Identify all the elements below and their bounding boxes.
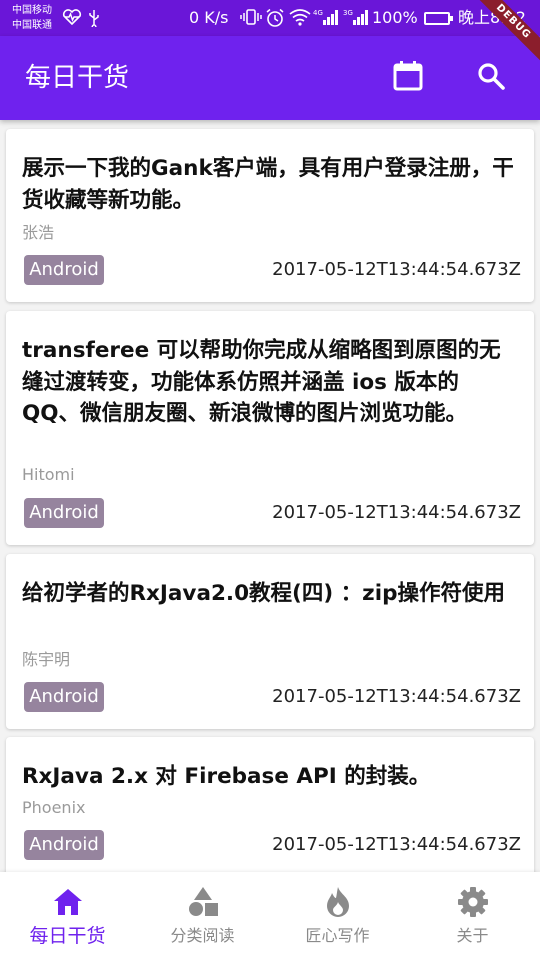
svg-text:3G: 3G <box>343 9 353 17</box>
article-author: Phoenix <box>22 798 86 817</box>
article-author: 张浩 <box>22 223 55 242</box>
article-card[interactable]: 给初学者的RxJava2.0教程(四) ：zip操作符使用 陈宇明 Androi… <box>6 554 534 729</box>
signal-3g-icon: 3G <box>343 8 371 32</box>
battery-percent: 100% <box>372 8 418 27</box>
article-card[interactable]: 展示一下我的Gank客户端，具有用户登录注册，干货收藏等新功能。 张浩 Andr… <box>6 129 534 302</box>
carrier-info: 中国移动 中国联通 <box>12 3 52 33</box>
article-title: 给初学者的RxJava2.0教程(四) ：zip操作符使用 <box>22 581 505 606</box>
usb-icon <box>88 9 100 32</box>
calendar-icon <box>392 60 424 96</box>
article-date: 2017-05-12T13:44:54.673Z <box>272 834 521 855</box>
nav-item-category[interactable]: 分类阅读 <box>135 872 270 960</box>
carrier-name-1: 中国移动 <box>12 5 52 16</box>
tag-chip[interactable]: Android <box>24 682 104 712</box>
signal-4g-icon: 4G <box>313 8 341 32</box>
search-button[interactable] <box>471 58 511 98</box>
article-title: 展示一下我的Gank客户端，具有用户登录注册，干货收藏等新功能。 <box>22 156 514 213</box>
tag-chip[interactable]: Android <box>24 830 104 860</box>
home-icon <box>52 886 84 918</box>
battery-icon <box>424 12 453 25</box>
alarm-icon <box>265 8 285 34</box>
article-author: Hitomi <box>22 465 75 484</box>
nav-item-writing[interactable]: 匠心写作 <box>270 872 405 960</box>
article-title: transferee 可以帮助你完成从缩略图到原图的无缝过渡转变，功能体系仿照并… <box>22 338 501 426</box>
article-list: 展示一下我的Gank客户端，具有用户登录注册，干货收藏等新功能。 张浩 Andr… <box>0 120 540 872</box>
network-speed: 0 K/s <box>189 8 229 27</box>
nav-label-category: 分类阅读 <box>170 926 235 945</box>
article-author: 陈宇明 <box>22 650 71 669</box>
carrier-name-2: 中国联通 <box>12 20 52 31</box>
article-card[interactable]: transferee 可以帮助你完成从缩略图到原图的无缝过渡转变，功能体系仿照并… <box>6 311 534 545</box>
nav-label-daily: 每日干货 <box>29 925 106 947</box>
wifi-icon <box>288 8 312 32</box>
article-date: 2017-05-12T13:44:54.673Z <box>272 502 521 523</box>
svg-text:4G: 4G <box>313 9 323 17</box>
tag-chip[interactable]: Android <box>24 255 104 285</box>
nav-item-daily[interactable]: 每日干货 <box>0 872 135 960</box>
status-bar: 中国移动 中国联通 0 K/s 4G 3G 100% 晚上8:52 <box>0 0 540 36</box>
gear-icon <box>457 886 489 918</box>
flame-icon <box>322 886 354 918</box>
heartbeat-icon <box>62 9 82 30</box>
calendar-button[interactable] <box>388 58 428 98</box>
article-card[interactable]: RxJava 2.x 对 Firebase API 的封装。 Phoenix A… <box>6 737 534 872</box>
shapes-icon <box>187 886 219 918</box>
vibrate-icon <box>240 8 262 32</box>
search-icon <box>476 61 506 95</box>
article-date: 2017-05-12T13:44:54.673Z <box>272 686 521 707</box>
nav-label-writing: 匠心写作 <box>305 926 370 945</box>
page-title: 每日干货 <box>25 63 130 93</box>
nav-item-about[interactable]: 关于 <box>405 872 540 960</box>
tag-chip[interactable]: Android <box>24 498 104 528</box>
bottom-navigation: 每日干货 分类阅读 匠心写作 关于 <box>0 872 540 960</box>
app-bar: 每日干货 <box>0 36 540 120</box>
nav-label-about: 关于 <box>456 926 489 945</box>
article-date: 2017-05-12T13:44:54.673Z <box>272 259 521 280</box>
article-title: RxJava 2.x 对 Firebase API 的封装。 <box>22 764 431 789</box>
